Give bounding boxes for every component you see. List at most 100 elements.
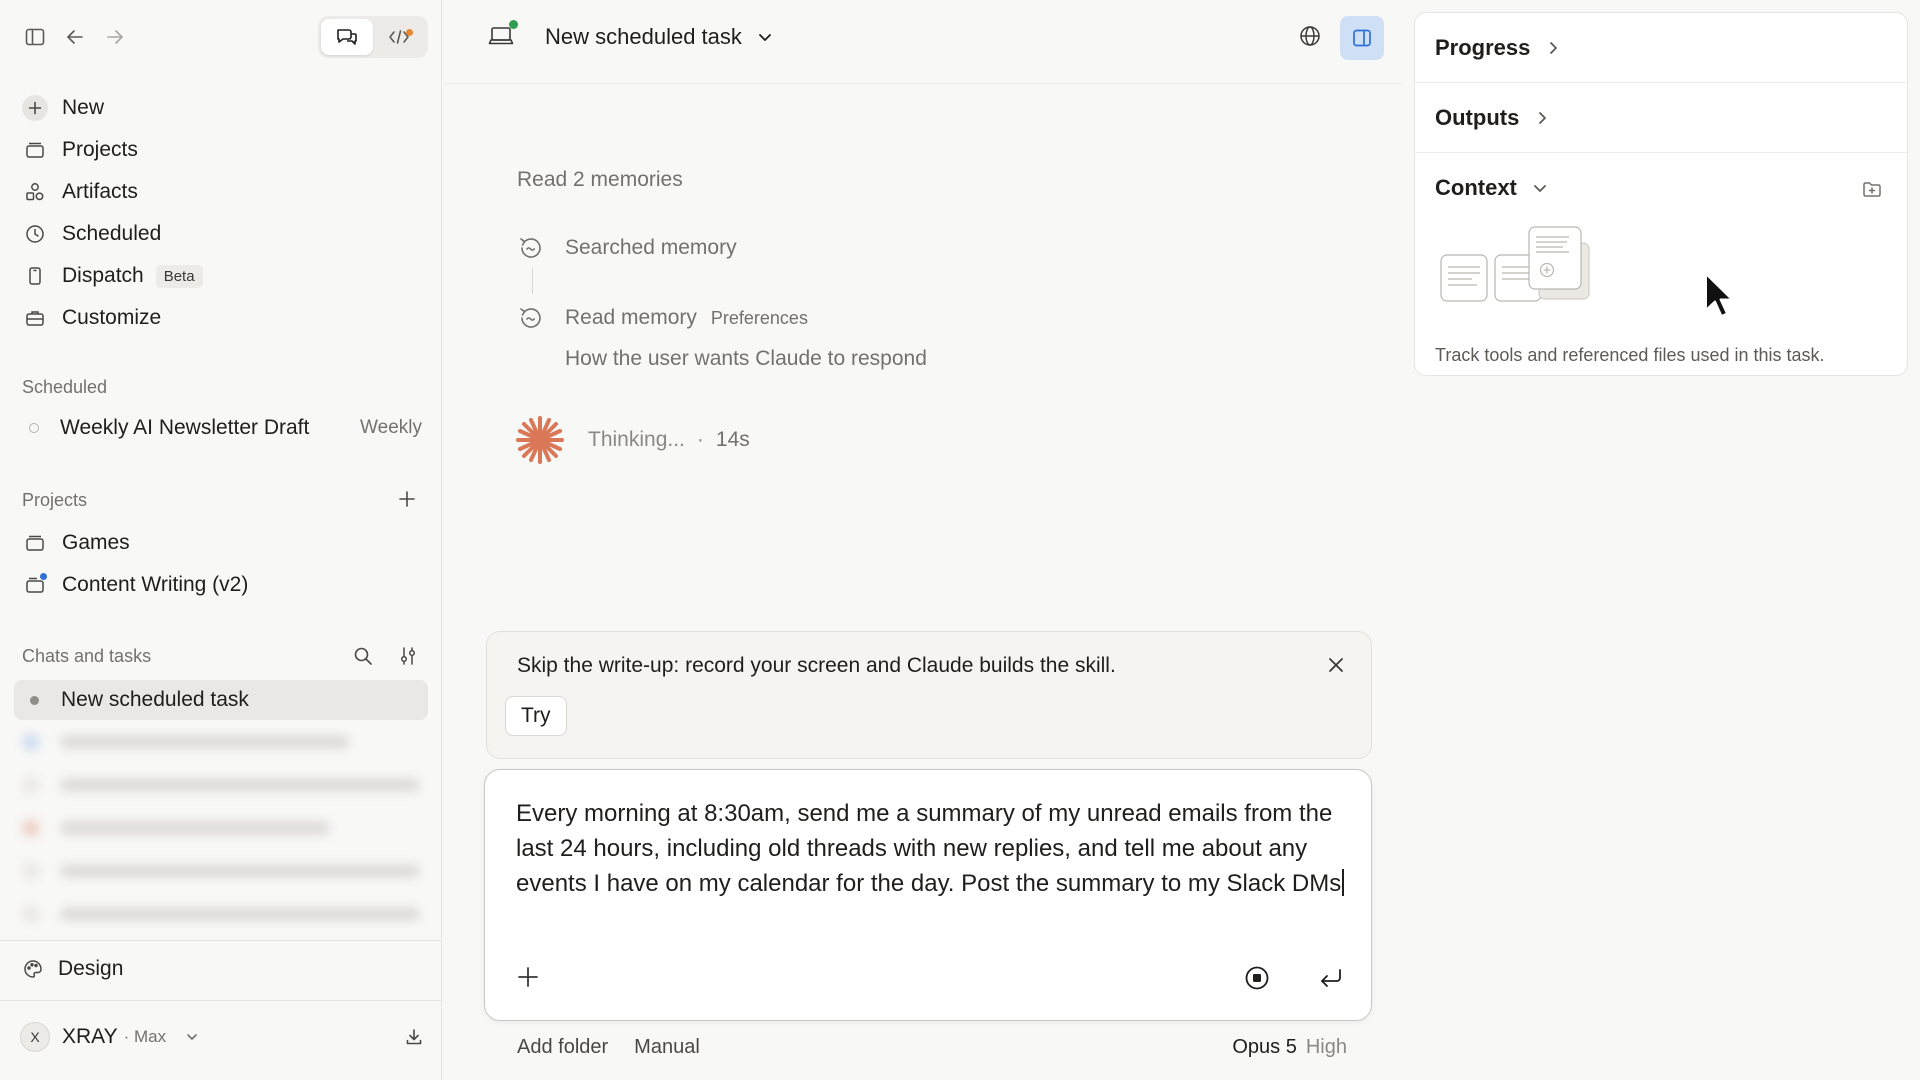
context-description: Track tools and referenced files used in… [1435,345,1825,365]
add-project-icon[interactable] [397,489,417,509]
step-label: Searched memory [565,236,737,259]
project-item-content-writing[interactable]: Content Writing (v2) [22,572,248,598]
task-item-active[interactable]: New scheduled task [14,680,428,720]
code-mode-button[interactable] [373,19,425,55]
blurred-task-item[interactable] [22,817,330,839]
effort-select[interactable]: High [1306,1036,1347,1059]
chats-section-header: Chats and tasks [22,646,152,666]
sidebar-item-dispatch[interactable]: Dispatch Beta [14,255,428,297]
connected-status-dot [509,20,518,29]
tip-text: Skip the write-up: record your screen an… [517,654,1116,677]
context-section-toggle[interactable]: Context [1415,153,1907,223]
task-title-dropdown[interactable]: New scheduled task [545,24,774,50]
sidebar-item-label: New [62,96,105,119]
skill-tip-card: Skip the write-up: record your screen an… [486,631,1372,759]
outputs-section-toggle[interactable]: Outputs [1415,83,1907,153]
folder-icon [22,572,48,598]
model-select[interactable]: Opus 5 [1232,1036,1296,1059]
side-panel-toggle-button[interactable] [1340,16,1384,60]
sidebar-item-customize[interactable]: Customize [14,297,428,339]
task-header: New scheduled task [443,0,1403,84]
read-memory-step: Read memory Preferences [517,304,808,332]
scheduled-item[interactable]: Weekly AI Newsletter Draft Weekly [22,416,422,440]
blurred-task-item[interactable] [22,774,420,796]
page-title: New scheduled task [545,24,742,49]
blurred-task-item[interactable] [22,731,350,753]
composer-footer: Add folder Manual Opus 5 High [517,1036,1347,1059]
filter-icon[interactable] [397,645,419,667]
memory-history-icon [517,304,547,332]
forward-arrow-icon[interactable] [100,22,130,52]
blurred-task-item[interactable] [22,860,420,882]
panel-right-icon [1353,29,1371,47]
scheduled-item-label: Weekly AI Newsletter Draft [60,416,310,439]
search-icon[interactable] [352,645,374,667]
sidebar-item-label: Dispatch [62,264,144,287]
memory-tag: Preferences [710,307,808,328]
clock-icon [22,221,48,247]
sidebar-item-label: Projects [62,138,138,161]
sidebar-item-design[interactable]: Design [22,957,123,981]
sidebar-item-scheduled[interactable]: Scheduled [14,213,428,255]
thinking-indicator: Thinking... · 14s [514,414,750,466]
try-button[interactable]: Try [505,696,567,736]
section-title: Outputs [1435,104,1520,130]
download-icon[interactable] [404,1027,424,1047]
memory-history-icon [517,234,547,262]
back-arrow-icon[interactable] [60,22,90,52]
project-item-games[interactable]: Games [22,530,130,556]
sidebar-toolbar [20,22,130,52]
unread-dot [39,572,48,581]
chevron-right-icon [1533,109,1551,127]
thinking-label: Thinking... [588,428,685,451]
separator-dot: · [696,428,704,451]
sidebar-item-label: Customize [62,306,162,329]
mode-select[interactable]: Manual [634,1036,700,1059]
memory-description: How the user wants Claude to respond [565,347,927,370]
plus-icon [22,95,48,121]
memories-summary[interactable]: Read 2 memories [517,168,683,192]
account-menu[interactable]: X XRAY · Max [20,1022,424,1052]
account-plan: · Max [123,1027,167,1046]
palette-icon [22,958,44,980]
sidebar-item-new[interactable]: New [14,87,428,129]
thinking-duration: 14s [715,428,750,451]
claude-spark-icon [514,414,566,466]
chat-bubbles-icon [337,29,357,45]
progress-section-toggle[interactable]: Progress [1415,13,1907,83]
chevron-down-icon [1531,179,1549,197]
globe-icon[interactable] [1298,24,1322,48]
plus-icon[interactable] [515,964,541,990]
sidebar-toggle-icon[interactable] [20,22,50,52]
mouse-cursor-icon [1704,272,1738,320]
composer-input-text: Every morning at 8:30am, send me a summa… [516,800,1342,897]
composer-input[interactable]: Every morning at 8:30am, send me a summa… [516,796,1346,901]
beta-badge: Beta [155,264,203,288]
close-icon[interactable] [1325,654,1347,676]
status-dot [29,423,39,433]
sidebar-item-projects[interactable]: Projects [14,129,428,171]
enter-icon[interactable] [1317,964,1345,992]
sidebar-nav: New Projects Artifacts Scheduled Dispatc… [14,87,428,339]
mode-toggle [318,16,428,58]
chevron-down-icon [756,28,774,46]
context-files-illustration [1439,225,1599,315]
project-label: Content Writing (v2) [62,573,249,596]
design-label: Design [58,957,124,980]
side-panel: Progress Outputs Context Track tools and… [1414,12,1908,376]
phone-icon [22,263,48,289]
scheduled-item-frequency: Weekly [360,417,422,438]
add-folder-icon[interactable] [1861,178,1883,200]
message-composer[interactable]: Every morning at 8:30am, send me a summa… [484,769,1372,1021]
chat-mode-button[interactable] [321,19,373,55]
folder-icon [22,530,48,556]
divider [0,940,442,941]
text-caret [1342,869,1345,896]
step-label: Read memory [565,306,697,329]
blurred-task-item[interactable] [22,903,420,925]
section-title: Progress [1435,34,1531,60]
add-folder-button[interactable]: Add folder [517,1036,608,1059]
sidebar-item-artifacts[interactable]: Artifacts [14,171,428,213]
account-name: XRAY [62,1025,118,1048]
stop-icon[interactable] [1243,964,1271,992]
